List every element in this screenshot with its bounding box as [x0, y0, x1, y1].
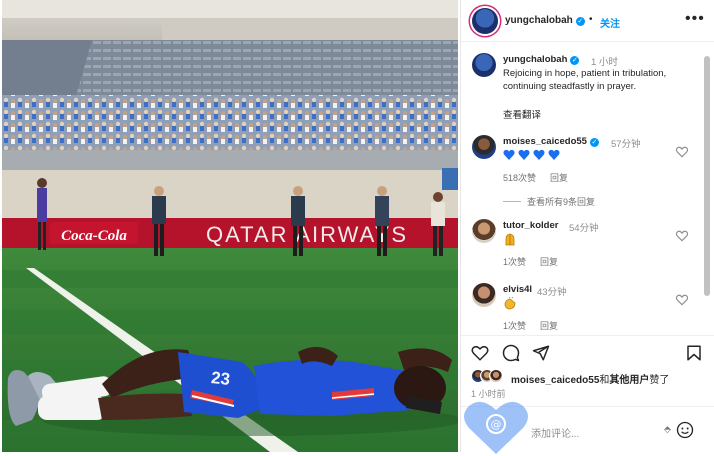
- replies-divider: [503, 201, 521, 202]
- commenter-avatar[interactable]: [472, 219, 496, 243]
- like-comment-heart-icon[interactable]: [675, 293, 689, 307]
- post-photo[interactable]: Coca-Cola QATAR AIRWAYS 23: [2, 0, 458, 452]
- like-heart-icon[interactable]: [471, 344, 489, 362]
- stadium-photo-illustration: Coca-Cola QATAR AIRWAYS 23: [2, 0, 458, 452]
- likes-suffix: 赞了: [649, 375, 670, 386]
- liker-avatar: [489, 369, 503, 383]
- coca-cola-board-text: Coca-Cola: [61, 228, 127, 244]
- caption-time: 1 小时: [591, 57, 618, 68]
- view-replies-text[interactable]: 查看所有9条回复: [527, 197, 595, 207]
- view-replies-link[interactable]: 查看所有9条回复: [503, 195, 595, 208]
- comment-input[interactable]: 添加评论...: [531, 425, 579, 440]
- like-comment-heart-icon[interactable]: [675, 229, 689, 243]
- comment-item: tutor_kolder 54分钟 1次赞 回复: [461, 219, 701, 279]
- clapping-hands-icon: [503, 296, 517, 313]
- caption-username-text[interactable]: yungchalobah: [503, 54, 567, 65]
- comment-likes-count[interactable]: 1次赞: [503, 257, 526, 267]
- commenter-username[interactable]: tutor_kolder: [503, 220, 558, 231]
- author-avatar[interactable]: [472, 8, 498, 34]
- commenter-username[interactable]: elvis4l: [503, 284, 532, 295]
- likes-others[interactable]: 其他用户: [609, 375, 649, 386]
- caption-avatar[interactable]: [472, 53, 496, 77]
- comment-meta: 1次赞 回复: [503, 319, 572, 332]
- comment-time: 43分钟: [537, 287, 567, 298]
- comment-time: 54分钟: [569, 223, 599, 234]
- like-comment-heart-icon[interactable]: [675, 145, 689, 159]
- reply-button[interactable]: 回复: [550, 173, 568, 183]
- see-translation-link[interactable]: 查看翻译: [503, 107, 541, 121]
- verified-badge-icon: ✓: [589, 138, 599, 147]
- caption-username[interactable]: yungchalobah ✓: [503, 54, 580, 65]
- comment-meta: 518次赞 回复: [503, 171, 582, 184]
- jersey-number: 23: [210, 368, 231, 389]
- heart-watermark-icon: @: [464, 401, 528, 454]
- verified-badge-icon: ✓: [570, 56, 580, 65]
- commenter-username-text[interactable]: moises_caicedo55: [503, 136, 587, 147]
- comment-item: moises_caicedo55 ✓ 57分钟 518次赞 回复: [461, 135, 701, 195]
- save-bookmark-icon[interactable]: [685, 344, 703, 362]
- commenter-avatar[interactable]: [472, 135, 496, 159]
- author-username-text[interactable]: yungchalobah: [505, 15, 573, 26]
- more-options-icon[interactable]: •••: [685, 10, 705, 28]
- comment-item: elvis4l 43分钟 1次赞 回复: [461, 283, 701, 333]
- likes-middle: 和: [599, 375, 610, 386]
- commenter-avatar[interactable]: [472, 283, 496, 307]
- comments-scrollbar[interactable]: [704, 56, 710, 296]
- follow-button[interactable]: 关注: [600, 15, 620, 30]
- comment-likes-count[interactable]: 518次赞: [503, 173, 536, 183]
- composer-hint-icon: ⬘: [664, 424, 671, 434]
- blue-hearts-emoji: [503, 149, 565, 164]
- header-separator: •: [589, 14, 593, 25]
- post-actions-bar: moises_caicedo55和其他用户赞了 1 小时前 添加评论... ⬘ …: [461, 335, 714, 454]
- reply-button[interactable]: 回复: [540, 321, 558, 331]
- folded-hands-icon: [503, 233, 517, 249]
- comment-time: 57分钟: [611, 139, 641, 150]
- comments-scroll-area[interactable]: yungchalobah ✓ 1 小时 Rejoicing in hope, pa…: [461, 43, 714, 333]
- post-details-panel: yungchalobah ✓ • 关注 ••• yungchalobah ✓ 1 小…: [460, 0, 714, 454]
- likes-user[interactable]: moises_caicedo55: [511, 375, 599, 386]
- commenter-username[interactable]: moises_caicedo55 ✓: [503, 136, 599, 147]
- reply-button[interactable]: 回复: [540, 257, 558, 267]
- share-send-icon[interactable]: [532, 344, 550, 362]
- verified-badge-icon: ✓: [575, 17, 585, 26]
- emoji-picker-icon[interactable]: [676, 421, 694, 439]
- likes-text[interactable]: moises_caicedo55和其他用户赞了: [511, 371, 669, 386]
- comment-likes-count[interactable]: 1次赞: [503, 321, 526, 331]
- caption-text: Rejoicing in hope, patient in tribulatio…: [503, 68, 667, 92]
- blue-heart-icon: [503, 149, 560, 160]
- comment-bubble-icon[interactable]: [502, 344, 520, 362]
- author-username[interactable]: yungchalobah ✓: [505, 15, 585, 26]
- svg-text:@: @: [491, 418, 502, 431]
- instagram-post-window: Coca-Cola QATAR AIRWAYS 23 yungchalobah …: [0, 0, 714, 454]
- comment-meta: 1次赞 回复: [503, 255, 572, 268]
- post-header: yungchalobah ✓ • 关注 •••: [461, 0, 714, 42]
